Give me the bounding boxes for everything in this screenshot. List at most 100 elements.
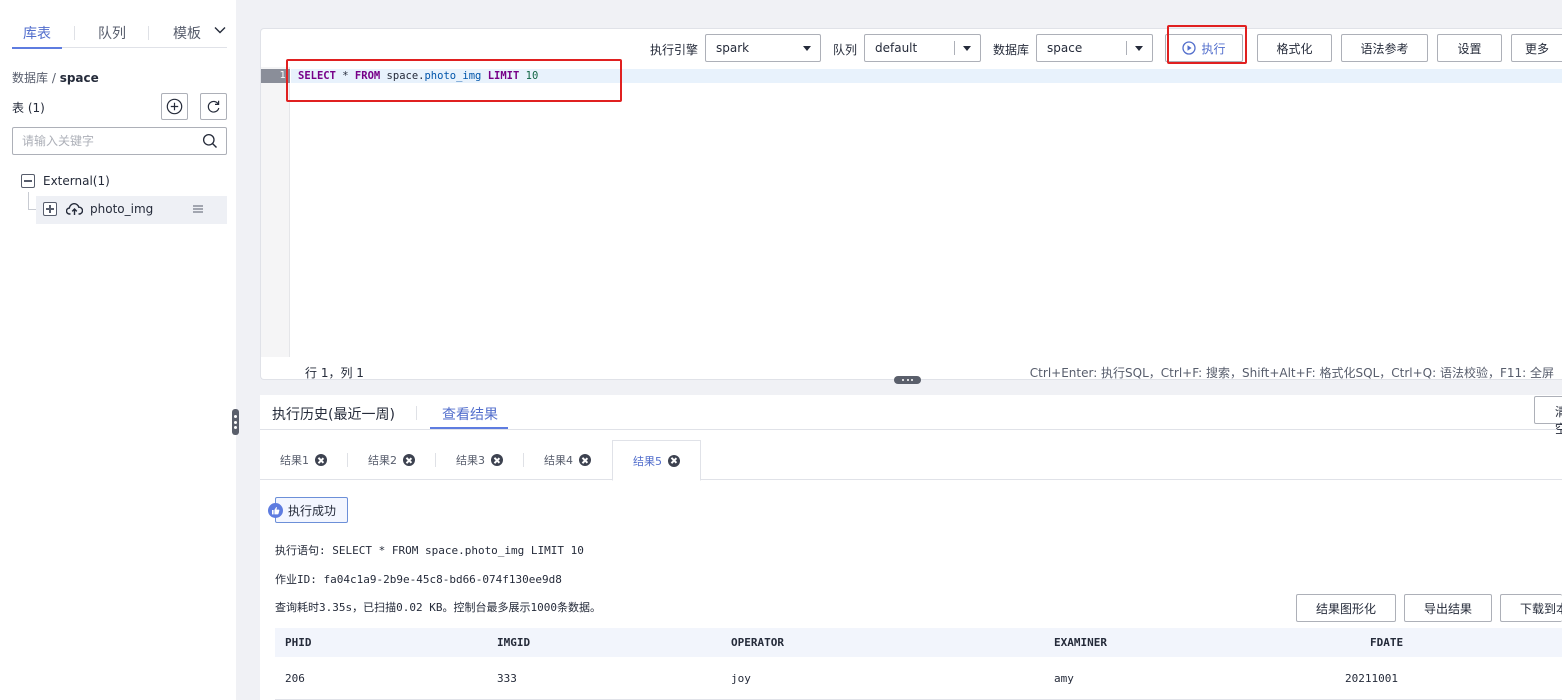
format-button[interactable]: 格式化 xyxy=(1257,34,1332,62)
tab-templates[interactable]: 模板 xyxy=(173,14,201,48)
run-button[interactable]: 执行 xyxy=(1165,34,1243,62)
subtab-divider xyxy=(435,453,436,467)
left-panel: 库表 队列 模板 数据库 / space 表 (1) External(1) xyxy=(0,0,236,700)
subtab-divider xyxy=(523,453,524,467)
download-btn-label: 下载到本地 xyxy=(1520,601,1562,616)
plus-circle-icon xyxy=(166,98,183,115)
tab-divider xyxy=(416,406,417,420)
table-header: PHID IMGID OPERATOR EXAMINER FDATE xyxy=(275,628,1562,657)
settings-button[interactable]: 设置 xyxy=(1437,34,1502,62)
table-cell: 333 xyxy=(497,672,517,685)
sql-code-line[interactable]: SELECT * FROM space.photo_img LIMIT 10 xyxy=(298,69,538,83)
close-icon[interactable] xyxy=(579,454,591,466)
close-icon[interactable] xyxy=(315,454,327,466)
column-header[interactable]: IMGID xyxy=(497,636,530,649)
result-tab-label: 结果4 xyxy=(544,454,573,467)
refresh-icon xyxy=(207,100,220,113)
menu-icon[interactable] xyxy=(193,204,203,214)
result-tab-5[interactable]: 结果5 xyxy=(612,440,701,481)
result-tab-1[interactable]: 结果1 xyxy=(280,440,327,480)
select-divider xyxy=(1126,41,1127,55)
queue-select[interactable]: default xyxy=(864,34,981,62)
engine-select[interactable]: spark xyxy=(705,34,821,62)
result-tab-2[interactable]: 结果2 xyxy=(368,440,415,480)
close-icon[interactable] xyxy=(491,454,503,466)
play-circle-icon xyxy=(1182,41,1197,55)
result-subtabs: 结果1 结果2 结果3 结果4 结果5 xyxy=(260,440,1562,481)
queue-value: default xyxy=(875,41,918,55)
tab-queues[interactable]: 队列 xyxy=(98,14,126,48)
result-tab-label: 结果3 xyxy=(456,454,485,467)
code-keyword: LIMIT xyxy=(487,70,520,82)
dropdown-arrow-icon xyxy=(803,46,811,51)
tab-tables[interactable]: 库表 xyxy=(12,14,62,49)
column-header[interactable]: FDATE xyxy=(1370,636,1403,649)
search-box xyxy=(12,127,227,155)
run-label: 执行 xyxy=(1201,41,1226,56)
download-button[interactable]: 下载到本地 xyxy=(1500,594,1562,622)
column-header[interactable]: PHID xyxy=(285,636,312,649)
database-select[interactable]: space xyxy=(1036,34,1153,62)
tab-history[interactable]: 执行历史(最近一周) xyxy=(272,404,395,424)
database-value: space xyxy=(1047,41,1083,55)
summary-line: 查询耗时3.35s，已扫描0.02 KB。控制台最多展示1000条数据。 xyxy=(275,601,601,614)
result-tab-4[interactable]: 结果4 xyxy=(544,440,591,480)
expand-icon[interactable] xyxy=(43,202,57,216)
line-number: 1 xyxy=(261,69,290,83)
table-row[interactable]: 206 333 joy amy 20211001 xyxy=(275,657,1562,700)
search-input[interactable] xyxy=(22,128,202,154)
result-tab-3[interactable]: 结果3 xyxy=(456,440,503,480)
result-tab-label: 结果1 xyxy=(280,454,309,467)
engine-label: 执行引擎 xyxy=(650,43,699,57)
more-button[interactable]: 更多 xyxy=(1511,34,1562,62)
result-tab-label: 结果5 xyxy=(633,454,662,468)
close-icon[interactable] xyxy=(668,454,680,467)
shortcut-hints: Ctrl+Enter: 执行SQL，Ctrl+F: 搜索，Shift+Alt+F… xyxy=(1029,366,1554,380)
line-number-gutter: 1 xyxy=(261,67,290,357)
tree-group-label: External(1) xyxy=(43,174,110,188)
chart-results-button[interactable]: 结果图形化 xyxy=(1296,594,1396,622)
tree-group-external[interactable]: External(1) xyxy=(21,174,110,188)
active-tab-indicator xyxy=(430,427,508,429)
code-keyword: SELECT xyxy=(298,70,336,82)
editor-resize-handle[interactable] xyxy=(894,376,921,384)
breadcrumb: 数据库 / space xyxy=(12,69,99,86)
panel-splitter-handle[interactable] xyxy=(232,409,239,435)
search-icon[interactable] xyxy=(202,133,218,149)
export-results-button[interactable]: 导出结果 xyxy=(1404,594,1492,622)
column-header[interactable]: EXAMINER xyxy=(1054,636,1107,649)
add-table-button[interactable] xyxy=(161,93,188,120)
close-icon[interactable] xyxy=(403,454,415,466)
status-badge: 执行成功 xyxy=(268,497,348,523)
sql-editor-card: 执行引擎 spark 队列 default 数据库 space 执行 格式化 语… xyxy=(260,25,1562,380)
dropdown-arrow-icon xyxy=(1135,46,1143,51)
table-cell: 206 xyxy=(285,672,305,685)
engine-value: spark xyxy=(716,41,750,55)
tab-view-results[interactable]: 查看结果 xyxy=(442,404,498,424)
clear-label: 清空 xyxy=(1555,405,1562,436)
left-tabs: 库表 队列 模板 xyxy=(12,14,227,49)
select-divider xyxy=(954,41,955,55)
code-identifier: space. xyxy=(386,70,425,82)
collapse-icon[interactable] xyxy=(21,174,35,188)
clear-button[interactable]: 清空 xyxy=(1534,396,1562,436)
code-keyword: FROM xyxy=(354,70,381,82)
result-tab-label: 结果2 xyxy=(368,454,397,467)
breadcrumb-db[interactable]: space xyxy=(60,71,99,85)
database-label: 数据库 xyxy=(993,43,1030,57)
statement-line: 执行语句: SELECT * FROM space.photo_img LIMI… xyxy=(275,544,584,557)
column-header[interactable]: OPERATOR xyxy=(731,636,784,649)
tree-item-photo-img[interactable]: photo_img xyxy=(43,202,223,216)
app-root: 库表 队列 模板 数据库 / space 表 (1) External(1) xyxy=(0,0,1562,700)
queue-label: 队列 xyxy=(833,43,858,57)
table-count: 表 (1) xyxy=(12,101,45,115)
status-label: 执行成功 xyxy=(288,503,337,518)
syntax-reference-button[interactable]: 语法参考 xyxy=(1341,34,1428,62)
chevron-down-icon[interactable] xyxy=(213,23,227,37)
thumbs-up-icon xyxy=(268,503,283,518)
job-id-line[interactable]: 作业ID: fa04c1a9-2b9e-45c8-bd66-074f130ee9… xyxy=(275,571,562,587)
chart-btn-label: 结果图形化 xyxy=(1315,601,1376,616)
refresh-button[interactable] xyxy=(200,93,227,120)
tree-item-label: photo_img xyxy=(90,202,154,216)
table-cell: amy xyxy=(1054,672,1074,685)
